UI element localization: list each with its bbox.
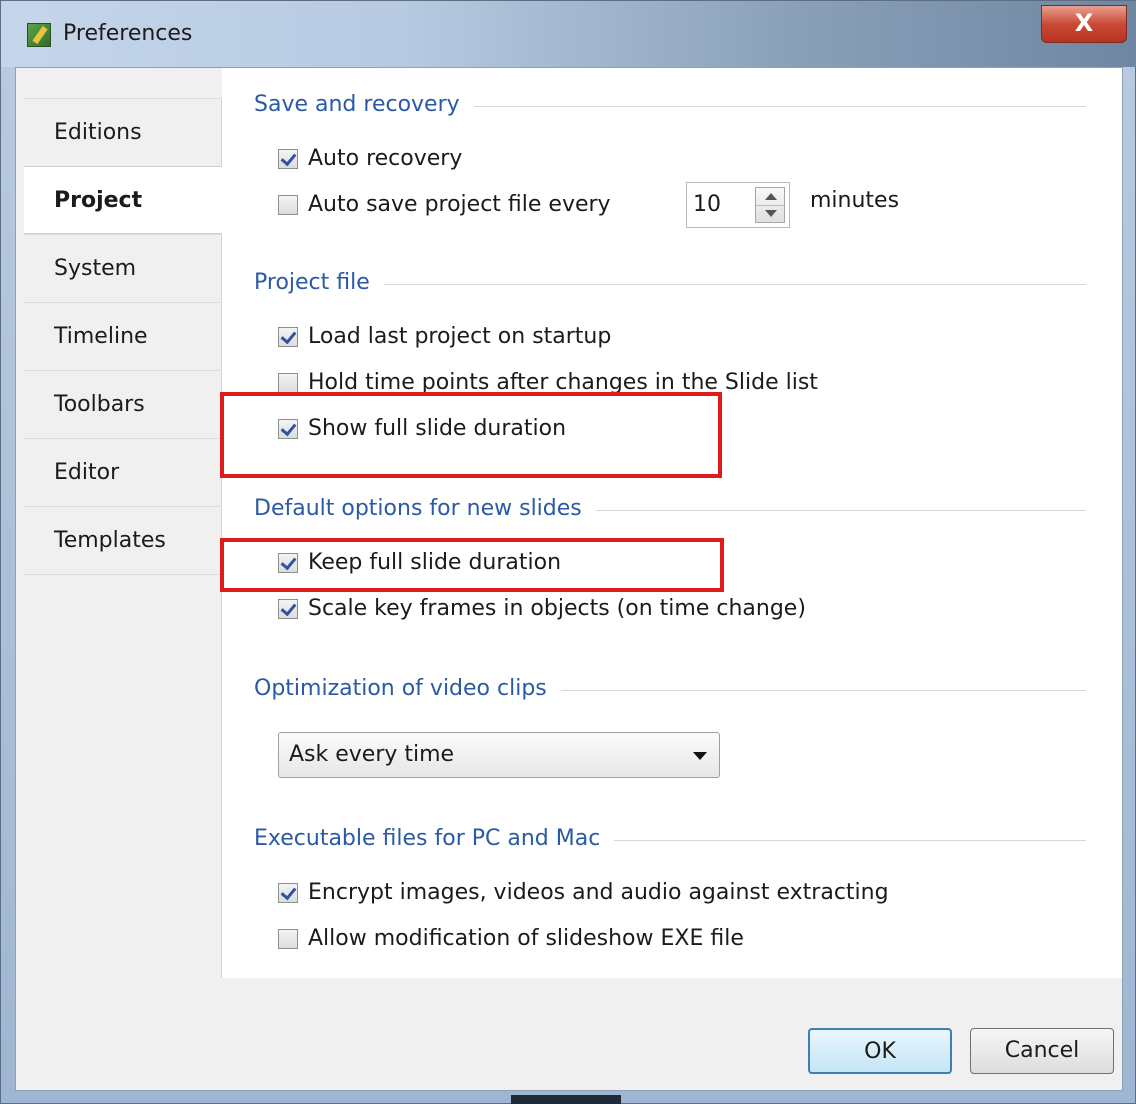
auto-save-interval-stepper[interactable]: 10 xyxy=(686,182,790,228)
stepper-down-icon[interactable] xyxy=(765,210,777,217)
auto-save-check-icon[interactable] xyxy=(278,194,298,215)
preferences-window: Preferences X Editions Project System Ti… xyxy=(0,0,1136,1104)
interval-unit-label: minutes xyxy=(810,188,900,213)
auto-recovery-check-icon[interactable] xyxy=(278,148,298,169)
encrypt-check-icon[interactable] xyxy=(278,882,298,903)
hold-time-check-icon[interactable] xyxy=(278,372,298,393)
auto-save-checkbox[interactable]: Auto save project file every xyxy=(278,192,611,217)
stepper-buttons[interactable] xyxy=(755,187,785,223)
encrypt-media-checkbox[interactable]: Encrypt images, videos and audio against… xyxy=(278,880,889,905)
auto-save-interval-value[interactable]: 10 xyxy=(693,192,721,217)
allow-mod-label: Allow modification of slideshow EXE file xyxy=(308,926,744,951)
allow-mod-check-icon[interactable] xyxy=(278,928,298,949)
app-icon xyxy=(27,23,51,47)
video-optimization-value: Ask every time xyxy=(289,742,455,767)
group-divider xyxy=(262,284,1086,285)
window-title: Preferences xyxy=(63,21,193,46)
group-title-default-options: Default options for new slides xyxy=(254,496,596,521)
tab-list-divider xyxy=(24,574,222,575)
stepper-up-icon[interactable] xyxy=(765,193,777,200)
scale-key-frames-checkbox[interactable]: Scale key frames in objects (on time cha… xyxy=(278,596,806,621)
load-last-check-icon[interactable] xyxy=(278,326,298,347)
preferences-sidebar: Editions Project System Timeline Toolbar… xyxy=(24,98,223,978)
tab-toolbars[interactable]: Toolbars xyxy=(24,370,222,438)
video-optimization-select[interactable]: Ask every time xyxy=(278,732,720,778)
tab-system[interactable]: System xyxy=(24,234,222,302)
encrypt-label: Encrypt images, videos and audio against… xyxy=(308,880,889,905)
group-title-video-optimization: Optimization of video clips xyxy=(254,676,561,701)
dialog-client-area: Editions Project System Timeline Toolbar… xyxy=(15,67,1123,1091)
highlight-box-show-full xyxy=(220,392,722,478)
ok-button[interactable]: OK xyxy=(808,1028,952,1074)
scale-key-check-icon[interactable] xyxy=(278,598,298,619)
tab-timeline[interactable]: Timeline xyxy=(24,302,222,370)
tab-templates[interactable]: Templates xyxy=(24,506,222,574)
load-last-label: Load last project on startup xyxy=(308,324,612,349)
scale-key-label: Scale key frames in objects (on time cha… xyxy=(308,596,806,621)
project-settings-panel: Save and recovery Auto recovery Auto sav… xyxy=(220,68,1122,978)
auto-recovery-label: Auto recovery xyxy=(308,146,463,171)
background-edge xyxy=(511,1095,621,1104)
load-last-project-checkbox[interactable]: Load last project on startup xyxy=(278,324,611,349)
dropdown-arrow-icon[interactable] xyxy=(693,752,707,760)
tab-project[interactable]: Project xyxy=(24,166,223,234)
tab-editions[interactable]: Editions xyxy=(24,98,222,166)
group-title-save-recovery: Save and recovery xyxy=(254,92,474,117)
tab-editor[interactable]: Editor xyxy=(24,438,222,506)
auto-recovery-checkbox[interactable]: Auto recovery xyxy=(278,146,462,171)
close-button[interactable]: X xyxy=(1041,5,1127,43)
allow-exe-modification-checkbox[interactable]: Allow modification of slideshow EXE file xyxy=(278,926,744,951)
cancel-button[interactable]: Cancel xyxy=(970,1028,1114,1074)
group-title-project-file: Project file xyxy=(254,270,384,295)
title-bar[interactable]: Preferences X xyxy=(1,1,1136,67)
group-title-executables: Executable files for PC and Mac xyxy=(254,826,615,851)
stepper-divider xyxy=(756,205,784,206)
auto-save-label: Auto save project file every xyxy=(308,192,611,217)
highlight-box-keep-full xyxy=(220,538,724,592)
